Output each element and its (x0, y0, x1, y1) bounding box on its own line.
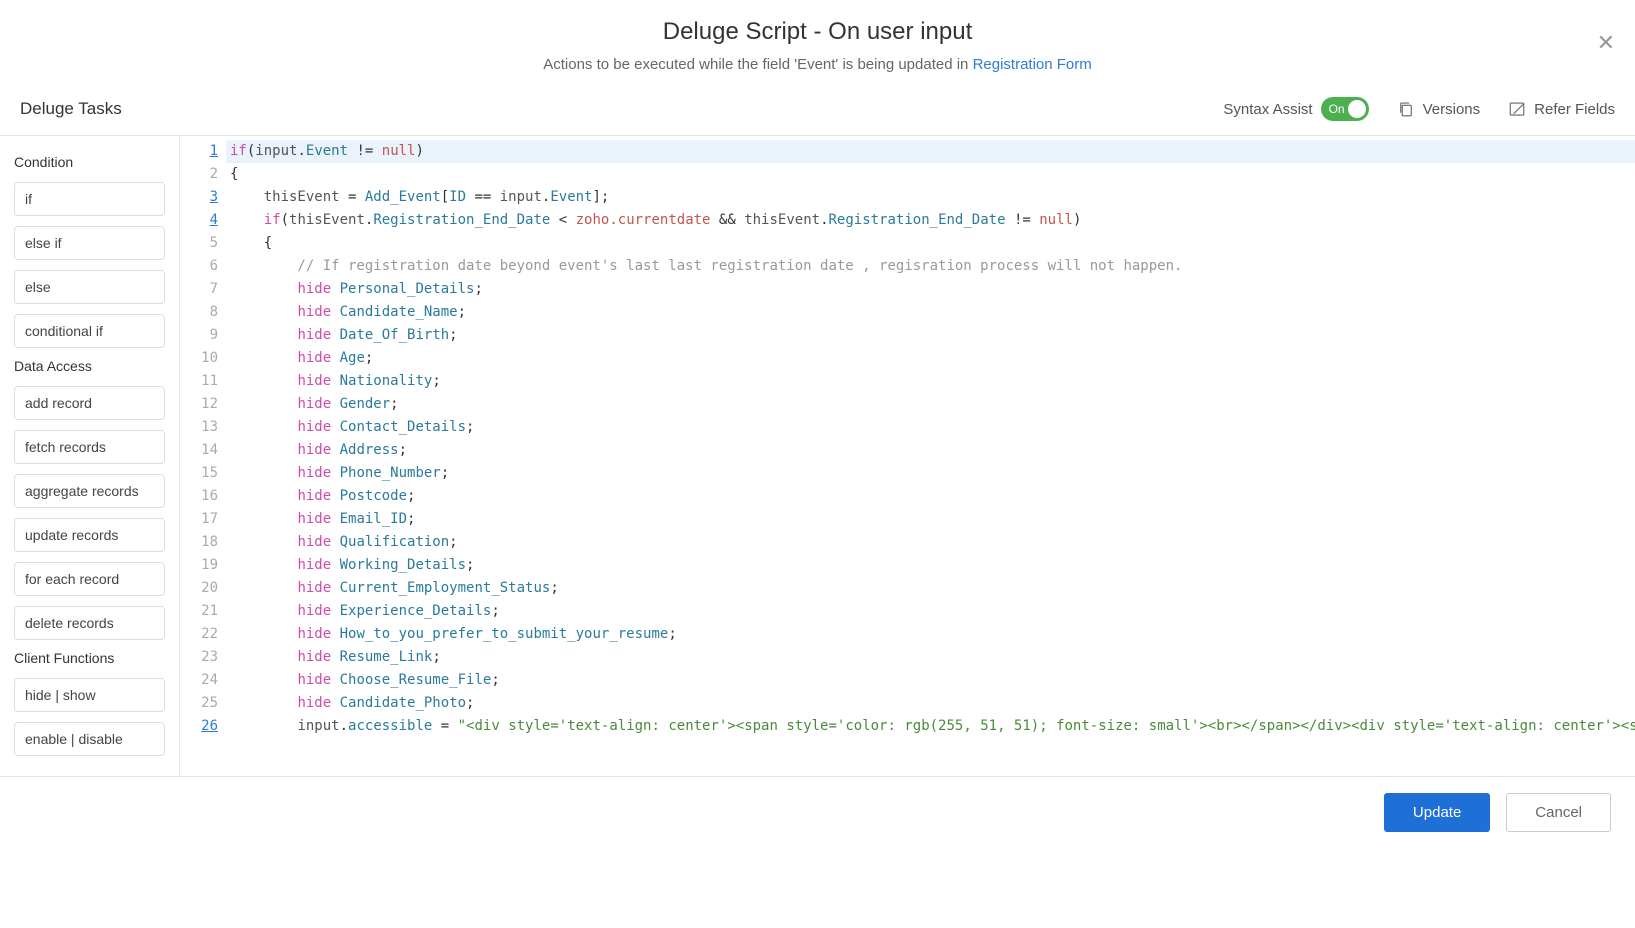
task-item[interactable]: if (14, 182, 165, 216)
task-item[interactable]: delete records (14, 606, 165, 640)
line-number[interactable]: 4 (180, 209, 218, 232)
form-link[interactable]: Registration Form (973, 56, 1092, 73)
subtitle: Actions to be executed while the field '… (20, 56, 1615, 73)
code-line[interactable]: hide Age; (226, 347, 1635, 370)
line-number: 15 (180, 462, 218, 485)
code-line[interactable]: hide Qualification; (226, 531, 1635, 554)
code-line[interactable]: hide Experience_Details; (226, 600, 1635, 623)
line-number[interactable]: 3 (180, 186, 218, 209)
versions-button[interactable]: Versions (1397, 100, 1481, 118)
code-line[interactable]: hide Postcode; (226, 485, 1635, 508)
code-line[interactable]: hide Working_Details; (226, 554, 1635, 577)
cancel-button[interactable]: Cancel (1506, 793, 1611, 832)
task-item[interactable]: fetch records (14, 430, 165, 464)
line-number: 17 (180, 508, 218, 531)
code-line[interactable]: { (226, 163, 1635, 186)
line-number: 25 (180, 692, 218, 715)
code-line[interactable]: // If registration date beyond event's l… (226, 255, 1635, 278)
task-item[interactable]: for each record (14, 562, 165, 596)
code-line[interactable]: hide Current_Employment_Status; (226, 577, 1635, 600)
line-number: 7 (180, 278, 218, 301)
sidebar-section-title: Data Access (14, 358, 165, 374)
line-number: 21 (180, 600, 218, 623)
sidebar: Condition if else if else conditional if Data… (0, 136, 180, 776)
line-number: 24 (180, 669, 218, 692)
footer: Update Cancel (0, 776, 1635, 848)
line-number: 16 (180, 485, 218, 508)
code-line[interactable]: hide Candidate_Photo; (226, 692, 1635, 715)
line-number: 9 (180, 324, 218, 347)
code-line[interactable]: hide Address; (226, 439, 1635, 462)
code-line[interactable]: hide Choose_Resume_File; (226, 669, 1635, 692)
code-line[interactable]: { (226, 232, 1635, 255)
task-item[interactable]: enable | disable (14, 722, 165, 756)
line-number: 2 (180, 163, 218, 186)
code-area[interactable]: if(input.Event != null){ thisEvent = Add… (226, 136, 1635, 776)
refer-fields-icon (1508, 100, 1526, 118)
code-editor[interactable]: 1234567891011121314151617181920212223242… (180, 136, 1635, 776)
close-icon[interactable]: ✕ (1597, 30, 1615, 56)
code-line[interactable]: hide Contact_Details; (226, 416, 1635, 439)
syntax-assist-toggle[interactable]: Syntax Assist On (1223, 97, 1368, 121)
code-line[interactable]: if(thisEvent.Registration_End_Date < zoh… (226, 209, 1635, 232)
task-item[interactable]: else (14, 270, 165, 304)
code-line[interactable]: hide Gender; (226, 393, 1635, 416)
code-line[interactable]: hide Email_ID; (226, 508, 1635, 531)
line-number: 12 (180, 393, 218, 416)
task-item[interactable]: add record (14, 386, 165, 420)
toggle-switch[interactable]: On (1321, 97, 1369, 121)
code-line[interactable]: hide Personal_Details; (226, 278, 1635, 301)
line-number: 5 (180, 232, 218, 255)
line-number[interactable]: 1 (180, 140, 218, 163)
line-number: 18 (180, 531, 218, 554)
sidebar-title: Deluge Tasks (20, 99, 122, 119)
page-title: Deluge Script - On user input (20, 18, 1615, 46)
line-gutter: 1234567891011121314151617181920212223242… (180, 136, 226, 776)
task-item[interactable]: else if (14, 226, 165, 260)
code-line[interactable]: if(input.Event != null) (226, 140, 1635, 163)
header: Deluge Script - On user input Actions to… (0, 0, 1635, 83)
update-button[interactable]: Update (1384, 793, 1490, 832)
versions-icon (1397, 100, 1415, 118)
line-number: 11 (180, 370, 218, 393)
code-line[interactable]: thisEvent = Add_Event[ID == input.Event]… (226, 186, 1635, 209)
code-line[interactable]: hide Date_Of_Birth; (226, 324, 1635, 347)
task-item[interactable]: hide | show (14, 678, 165, 712)
line-number: 14 (180, 439, 218, 462)
line-number: 8 (180, 301, 218, 324)
toolbar: Deluge Tasks Syntax Assist On Versions R… (0, 83, 1635, 136)
code-line[interactable]: hide How_to_you_prefer_to_submit_your_re… (226, 623, 1635, 646)
sidebar-section-title: Condition (14, 154, 165, 170)
code-line[interactable]: hide Candidate_Name; (226, 301, 1635, 324)
code-line[interactable]: hide Phone_Number; (226, 462, 1635, 485)
line-number: 22 (180, 623, 218, 646)
line-number: 10 (180, 347, 218, 370)
main-area: Condition if else if else conditional if Data… (0, 136, 1635, 776)
sidebar-section-title: Client Functions (14, 650, 165, 666)
refer-fields-button[interactable]: Refer Fields (1508, 100, 1615, 118)
line-number: 19 (180, 554, 218, 577)
task-item[interactable]: aggregate records (14, 474, 165, 508)
code-line[interactable]: hide Resume_Link; (226, 646, 1635, 669)
code-line[interactable]: input.accessible = "<div style='text-ali… (226, 715, 1635, 738)
line-number[interactable]: 26 (180, 715, 218, 738)
line-number: 13 (180, 416, 218, 439)
task-item[interactable]: conditional if (14, 314, 165, 348)
line-number: 23 (180, 646, 218, 669)
code-line[interactable]: hide Nationality; (226, 370, 1635, 393)
line-number: 20 (180, 577, 218, 600)
task-item[interactable]: update records (14, 518, 165, 552)
line-number: 6 (180, 255, 218, 278)
